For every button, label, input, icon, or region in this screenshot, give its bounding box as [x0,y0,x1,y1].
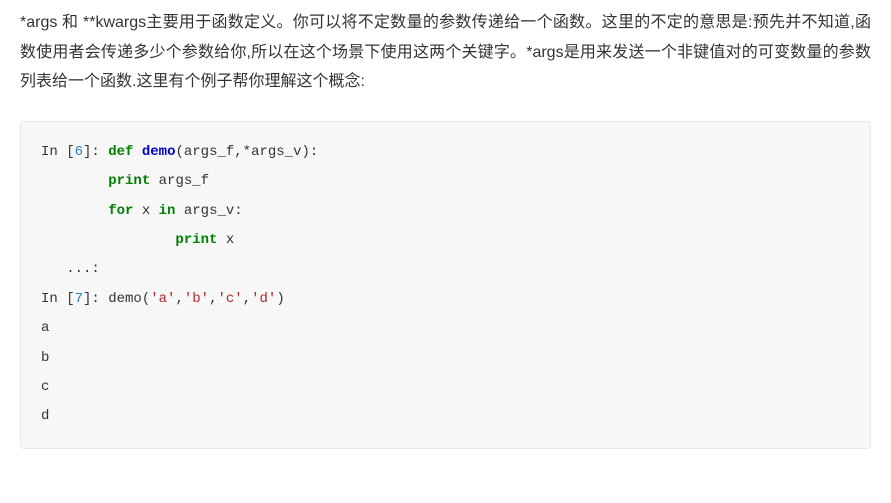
code-line-2: print args_f [41,167,850,196]
string-literal: 'b' [184,291,209,307]
string-literal: 'd' [251,291,276,307]
print-arg: args_f [150,173,209,189]
signature: (args_f,*args_v): [175,144,318,160]
for-var: x [133,203,158,219]
code-line-5: ...: [41,255,850,284]
for-iter: args_v: [175,203,242,219]
string-literal: 'c' [217,291,242,307]
comma: , [243,291,251,307]
output-line: c [41,373,850,402]
output-line: b [41,344,850,373]
prompt-number: 6 [75,144,83,160]
keyword-def: def [108,144,133,160]
indent [41,232,175,248]
comma: , [175,291,183,307]
code-line-7: In [7]: demo('a','b','c','d') [41,285,850,314]
output-line: d [41,402,850,431]
prompt-close: ]: [83,144,108,160]
indent [41,173,108,189]
keyword-print: print [175,232,217,248]
string-literal: 'a' [150,291,175,307]
code-line-3: for x in args_v: [41,197,850,226]
description-paragraph: *args 和 **kwargs主要用于函数定义。你可以将不定数量的参数传递给一… [20,8,871,97]
prompt-in: In [ [41,144,75,160]
indent [41,203,108,219]
code-block: In [6]: def demo(args_f,*args_v): print … [20,121,871,449]
space [133,144,141,160]
output-line: a [41,314,850,343]
prompt-number: 7 [75,291,83,307]
function-name: demo [142,144,176,160]
keyword-print: print [108,173,150,189]
print-arg: x [217,232,234,248]
code-line-1: In [6]: def demo(args_f,*args_v): [41,138,850,167]
code-line-4: print x [41,226,850,255]
paren-close: ) [276,291,284,307]
prompt-close: ]: demo( [83,291,150,307]
keyword-for: for [108,203,133,219]
prompt-in: In [ [41,291,75,307]
keyword-in: in [159,203,176,219]
